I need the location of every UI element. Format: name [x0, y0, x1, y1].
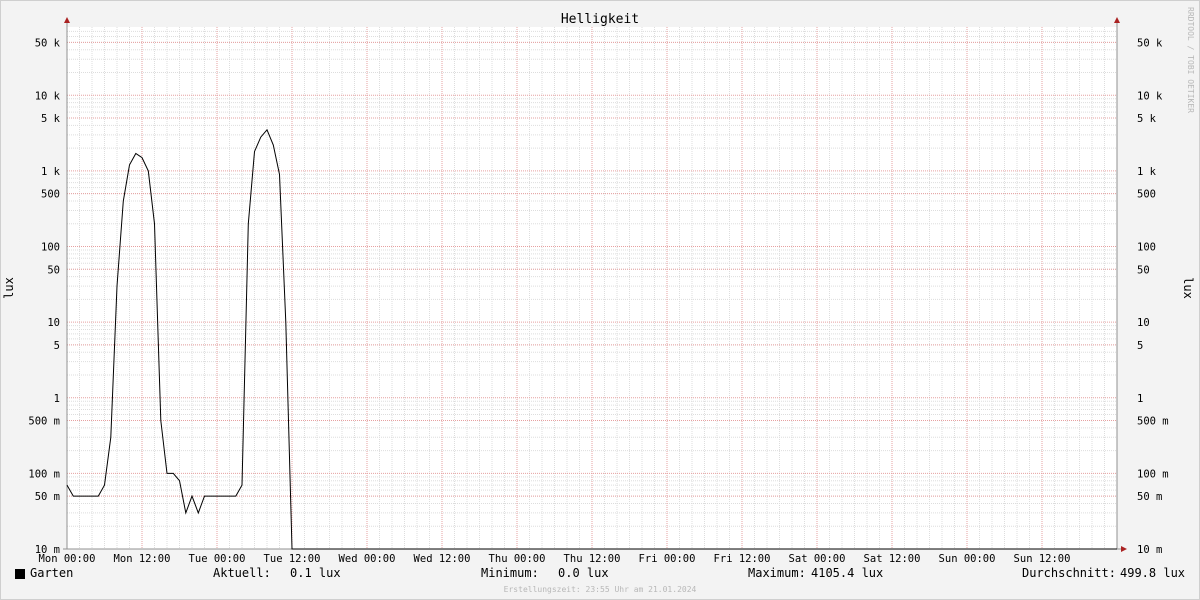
- creation-time-footer: Erstellungszeit: 23:55 Uhr am 21.01.2024: [503, 585, 697, 594]
- legend-aktuell-value: 0.1 lux: [290, 566, 341, 580]
- y-tick-label-left: 50 m: [35, 491, 60, 503]
- legend-minimum-value: 0.0 lux: [558, 566, 609, 580]
- y-tick-label-right: 10: [1137, 317, 1150, 329]
- y-tick-label-right: 1: [1137, 393, 1143, 405]
- y-tick-label-right: 100 m: [1137, 468, 1169, 480]
- y-tick-label-right: 10 k: [1137, 90, 1163, 102]
- legend-minimum-label: Minimum:: [481, 566, 539, 580]
- legend-series-name: Garten: [30, 566, 74, 580]
- x-tick-label: Sun 12:00: [1014, 553, 1071, 565]
- x-tick-labels: Mon 00:00 Mon 12:00 Tue 00:00 Tue 12:00 Wed …: [39, 553, 1071, 565]
- x-tick-label: Wed 12:00: [414, 553, 471, 565]
- chart-title: Helligkeit: [561, 12, 639, 27]
- y-tick-label-right: 5: [1137, 340, 1143, 352]
- y-tick-label-left: 1: [54, 393, 60, 405]
- y-tick-label-left: 5 k: [41, 113, 61, 125]
- y-axis-label-right: lux: [1181, 277, 1195, 299]
- y-axis-arrow-left: [64, 17, 70, 23]
- legend-swatch-garten: [15, 569, 25, 579]
- x-tick-label: Mon 12:00: [114, 553, 171, 565]
- y-tick-labels-left: 10 m50 m100 m500 m1510501005001 k5 k10 k…: [28, 37, 60, 556]
- x-tick-label: Sat 00:00: [789, 553, 846, 565]
- x-tick-label: Mon 00:00: [39, 553, 96, 565]
- y-axis-label-left: lux: [2, 277, 16, 299]
- y-tick-label-left: 50: [47, 264, 60, 276]
- brightness-chart: 10 m 50 m 100 m 500 m 1 5 10 50 100 500 1 k 5 k 10 k…: [2, 7, 1195, 565]
- x-tick-label: Wed 00:00: [339, 553, 396, 565]
- legend-maximum-value: 4105.4 lux: [811, 566, 884, 580]
- y-tick-labels-right: 10 m 50 m 100 m 500 m 1 5 10 50 100 500 1 k 5 k 10 k…: [1137, 37, 1169, 556]
- y-tick-label-left: 100: [41, 242, 60, 254]
- x-axis-arrow: [1121, 546, 1127, 552]
- y-tick-label-left: 1 k: [41, 166, 61, 178]
- y-tick-label-right: 50: [1137, 264, 1150, 276]
- y-tick-label-left: 100 m: [28, 468, 60, 480]
- y-tick-label-right: 500: [1137, 189, 1156, 201]
- x-tick-label: Tue 00:00: [189, 553, 246, 565]
- legend-average-value: 499.8 lux: [1120, 566, 1186, 580]
- y-tick-label-left: 10: [47, 317, 60, 329]
- y-tick-label-right: 10 m: [1137, 544, 1162, 556]
- y-tick-label-left: 5: [54, 340, 60, 352]
- chart-grid: [67, 27, 1117, 550]
- legend-aktuell-label: Aktuell:: [213, 566, 271, 580]
- rrdtool-credit: RRDTOOL / TOBI OETIKER: [1186, 7, 1195, 113]
- y-tick-label-right: 100: [1137, 242, 1156, 254]
- x-tick-label: Sat 12:00: [864, 553, 921, 565]
- x-tick-label: Tue 12:00: [264, 553, 321, 565]
- legend: Garten Aktuell: 0.1 lux Minimum: 0.0 lux…: [0, 566, 1200, 584]
- y-tick-label-left: 10 k: [35, 90, 61, 102]
- y-tick-label-right: 5 k: [1137, 113, 1157, 125]
- x-tick-label: Thu 12:00: [564, 553, 621, 565]
- legend-maximum-label: Maximum:: [748, 566, 806, 580]
- x-tick-label: Fri 00:00: [639, 553, 696, 565]
- y-tick-label-left: 50 k: [35, 37, 61, 49]
- legend-average-label: Durchschnitt:: [1022, 566, 1116, 580]
- y-tick-label-right: 500 m: [1137, 416, 1169, 428]
- y-tick-label-left: 500: [41, 189, 60, 201]
- y-tick-label-right: 50 k: [1137, 37, 1163, 49]
- x-tick-label: Thu 00:00: [489, 553, 546, 565]
- y-tick-label-right: 1 k: [1137, 166, 1157, 178]
- x-tick-label: Fri 12:00: [714, 553, 771, 565]
- y-tick-label-left: 500 m: [28, 416, 60, 428]
- x-tick-label: Sun 00:00: [939, 553, 996, 565]
- y-tick-label-right: 50 m: [1137, 491, 1162, 503]
- y-axis-arrow-right: [1114, 17, 1120, 23]
